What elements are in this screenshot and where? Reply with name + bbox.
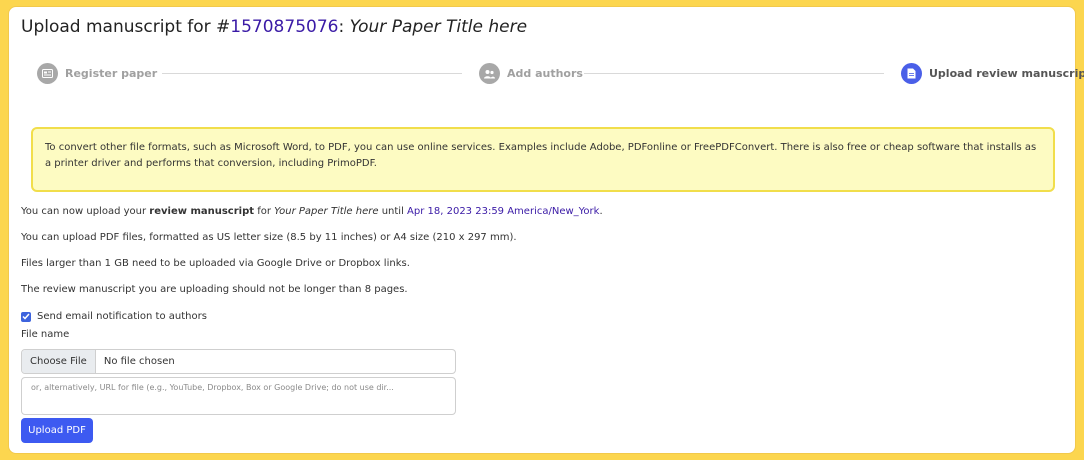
notify-label[interactable]: Send email notification to authors — [37, 311, 207, 322]
paper-id-link[interactable]: 1570875076 — [230, 17, 338, 37]
manuscript-type: review manuscript — [149, 206, 255, 217]
choose-file-button[interactable]: Choose File — [22, 350, 96, 373]
step-upload-review-manuscript[interactable]: Upload review manuscript — [901, 63, 1084, 84]
form-icon — [37, 63, 58, 84]
progress-stepper: Register paper Add authors Upload review… — [37, 63, 1084, 85]
file-input[interactable]: Choose File No file chosen — [21, 349, 456, 374]
title-separator: : — [338, 17, 350, 37]
title-prefix: Upload manuscript for # — [21, 17, 231, 37]
notify-checkbox-row[interactable]: Send email notification to authors — [21, 311, 207, 322]
page-limit-paragraph: The review manuscript you are uploading … — [21, 284, 408, 295]
text-fragment: You can now upload your — [21, 206, 150, 217]
upload-card: Upload manuscript for #1570875076: Your … — [8, 6, 1084, 454]
file-url-input[interactable] — [21, 377, 456, 415]
people-icon — [479, 63, 500, 84]
text-fragment: for — [254, 206, 275, 217]
alert-text: To convert other file formats, such as M… — [45, 142, 1037, 169]
step-label: Upload review manuscript — [929, 67, 1084, 80]
page-title: Upload manuscript for #1570875076: Your … — [21, 17, 527, 37]
document-icon — [901, 63, 922, 84]
step-connector — [584, 73, 884, 74]
text-fragment: until — [378, 206, 408, 217]
size-limit-paragraph: Files larger than 1 GB need to be upload… — [21, 258, 410, 269]
step-connector — [162, 73, 462, 74]
step-add-authors[interactable]: Add authors — [479, 63, 583, 84]
pdf-conversion-alert: To convert other file formats, such as M… — [31, 127, 1055, 192]
text-fragment: . — [599, 206, 603, 217]
step-label: Register paper — [65, 67, 158, 80]
notify-checkbox[interactable] — [21, 311, 31, 322]
deadline-link[interactable]: Apr 18, 2023 23:59 America/New_York — [407, 206, 599, 217]
file-status-text: No file chosen — [103, 356, 175, 367]
format-paragraph: You can upload PDF files, formatted as U… — [21, 232, 517, 243]
paper-title: Your Paper Title here — [349, 17, 528, 37]
checkmark-icon — [22, 313, 30, 320]
file-name-label: File name — [21, 329, 70, 340]
step-register-paper[interactable]: Register paper — [37, 63, 157, 84]
deadline-paragraph: You can now upload your review manuscrip… — [21, 206, 603, 217]
paper-title-inline: Your Paper Title here — [274, 206, 379, 217]
upload-pdf-button[interactable]: Upload PDF — [21, 418, 93, 443]
step-label: Add authors — [507, 67, 583, 80]
